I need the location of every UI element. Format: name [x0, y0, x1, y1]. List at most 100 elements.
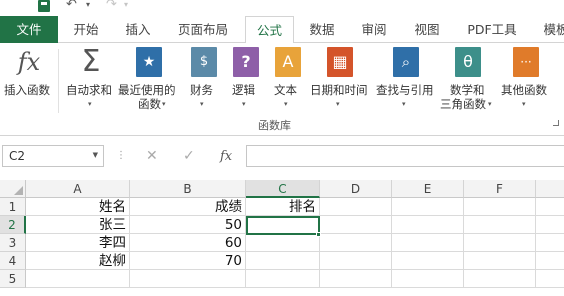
- tab-file[interactable]: 文件: [0, 16, 58, 43]
- cell-g4[interactable]: [536, 252, 564, 270]
- insert-function-fx-icon[interactable]: fx: [220, 149, 232, 164]
- fill-handle[interactable]: [316, 232, 321, 237]
- date-time-button[interactable]: ▦ 日期和时间 ▾: [308, 47, 372, 108]
- math-trig-icon: θ: [455, 47, 481, 77]
- row-header-5[interactable]: 5: [0, 270, 26, 288]
- cell-f5[interactable]: [464, 270, 536, 288]
- cell-a3[interactable]: 李四: [26, 234, 130, 252]
- cell-c1[interactable]: 排名: [246, 198, 320, 216]
- cell-d5[interactable]: [320, 270, 392, 288]
- undo-dropdown-icon[interactable]: ▾: [86, 0, 90, 12]
- column-header-c[interactable]: C: [246, 180, 320, 198]
- cell-c5[interactable]: [246, 270, 320, 288]
- cell-f3[interactable]: [464, 234, 536, 252]
- cell-e4[interactable]: [392, 252, 464, 270]
- select-all-corner[interactable]: [0, 180, 26, 198]
- financial-icon: $: [191, 47, 217, 77]
- math-trig-button[interactable]: θ 数学和 三角函数 ▾: [440, 47, 496, 113]
- name-box-value: C2: [9, 149, 26, 163]
- autosum-button[interactable]: Σ 自动求和 ▾: [64, 47, 116, 109]
- more-functions-button[interactable]: ··· 其他函数 ▾: [500, 47, 552, 108]
- name-box[interactable]: C2 ▼: [2, 145, 104, 167]
- tab-insert[interactable]: 插入: [114, 16, 162, 43]
- cell-b2[interactable]: 50: [130, 216, 246, 234]
- recent-functions-label: 最近使用的: [118, 83, 176, 97]
- insert-function-button[interactable]: fx 插入函数: [2, 47, 54, 107]
- column-header-d[interactable]: D: [320, 180, 392, 198]
- cell-d3[interactable]: [320, 234, 392, 252]
- cell-e2[interactable]: [392, 216, 464, 234]
- cell-a2[interactable]: 张三: [26, 216, 130, 234]
- chevron-down-icon: ▾: [200, 100, 204, 108]
- cell-c4[interactable]: [246, 252, 320, 270]
- math-trig-label: 数学和: [450, 83, 485, 97]
- financial-button[interactable]: $ 财务 ▾: [186, 47, 222, 108]
- cell-d2[interactable]: [320, 216, 392, 234]
- save-icon[interactable]: [38, 0, 50, 12]
- cell-a5[interactable]: [26, 270, 130, 288]
- cell-b3[interactable]: 60: [130, 234, 246, 252]
- logical-button[interactable]: ? 逻辑 ▾: [228, 47, 264, 108]
- cell-b5[interactable]: [130, 270, 246, 288]
- tab-pdf-tools[interactable]: PDF工具: [460, 16, 524, 43]
- text-button[interactable]: A 文本 ▾: [270, 47, 306, 108]
- column-header-g[interactable]: [536, 180, 564, 198]
- cell-g2[interactable]: [536, 216, 564, 234]
- active-cell-indicator[interactable]: [246, 216, 320, 235]
- title-bar: ↶ ▾ ↷ ▾: [0, 0, 564, 16]
- row-header-4[interactable]: 4: [0, 252, 26, 270]
- tab-page-layout[interactable]: 页面布局: [172, 16, 234, 43]
- cell-e1[interactable]: [392, 198, 464, 216]
- recent-functions-button[interactable]: ★ 最近使用的 函数 ▾: [118, 47, 182, 113]
- insert-function-icon: fx: [17, 48, 41, 76]
- row-header-2[interactable]: 2: [0, 216, 26, 234]
- cell-e5[interactable]: [392, 270, 464, 288]
- cell-a1[interactable]: 姓名: [26, 198, 130, 216]
- tab-templates[interactable]: 模板: [532, 16, 564, 43]
- redo-icon[interactable]: ↷: [106, 0, 117, 12]
- cell-d4[interactable]: [320, 252, 392, 270]
- row-header-3[interactable]: 3: [0, 234, 26, 252]
- column-header-a[interactable]: A: [26, 180, 130, 198]
- text-icon: A: [275, 47, 301, 77]
- row-header-1[interactable]: 1: [0, 198, 26, 216]
- column-header-f[interactable]: F: [464, 180, 536, 198]
- date-time-icon: ▦: [327, 47, 353, 77]
- tab-review[interactable]: 审阅: [350, 16, 398, 43]
- enter-icon[interactable]: ✓: [183, 148, 195, 164]
- cell-a4[interactable]: 赵柳: [26, 252, 130, 270]
- tab-view[interactable]: 视图: [403, 16, 451, 43]
- cell-g1[interactable]: [536, 198, 564, 216]
- cell-c3[interactable]: [246, 234, 320, 252]
- lookup-reference-label: 查找与引用: [376, 83, 434, 97]
- formulas-ribbon: fx 插入函数 Σ 自动求和 ▾ ★ 最近使用的 函数 ▾ $ 财务 ▾ ? 逻…: [0, 43, 564, 136]
- chevron-down-icon: ▾: [522, 100, 526, 108]
- column-header-e[interactable]: E: [392, 180, 464, 198]
- cell-d1[interactable]: [320, 198, 392, 216]
- cell-f4[interactable]: [464, 252, 536, 270]
- formula-input[interactable]: [246, 145, 564, 167]
- cell-f1[interactable]: [464, 198, 536, 216]
- tab-formulas[interactable]: 公式: [245, 16, 294, 44]
- resize-handle-icon[interactable]: ⋮: [116, 150, 126, 161]
- tab-data[interactable]: 数据: [298, 16, 346, 43]
- recent-functions-label2: 函数: [138, 97, 161, 111]
- redo-dropdown-icon[interactable]: ▾: [124, 0, 128, 12]
- cancel-icon[interactable]: ✕: [146, 148, 158, 164]
- column-header-b[interactable]: B: [130, 180, 246, 198]
- autosum-label: 自动求和: [66, 83, 112, 97]
- chevron-down-icon: ▾: [336, 100, 340, 108]
- chevron-down-icon[interactable]: ▼: [93, 151, 98, 159]
- chevron-down-icon: ▾: [162, 100, 166, 108]
- undo-icon[interactable]: ↶: [66, 0, 77, 12]
- tab-home[interactable]: 开始: [62, 16, 110, 43]
- lookup-reference-button[interactable]: ⌕ 查找与引用 ▾: [374, 47, 438, 108]
- cell-g3[interactable]: [536, 234, 564, 252]
- more-functions-label: 其他函数: [501, 83, 547, 97]
- cell-g5[interactable]: [536, 270, 564, 288]
- cell-b1[interactable]: 成绩: [130, 198, 246, 216]
- cell-e3[interactable]: [392, 234, 464, 252]
- cell-b4[interactable]: 70: [130, 252, 246, 270]
- cell-f2[interactable]: [464, 216, 536, 234]
- group-expander-icon[interactable]: [553, 120, 559, 126]
